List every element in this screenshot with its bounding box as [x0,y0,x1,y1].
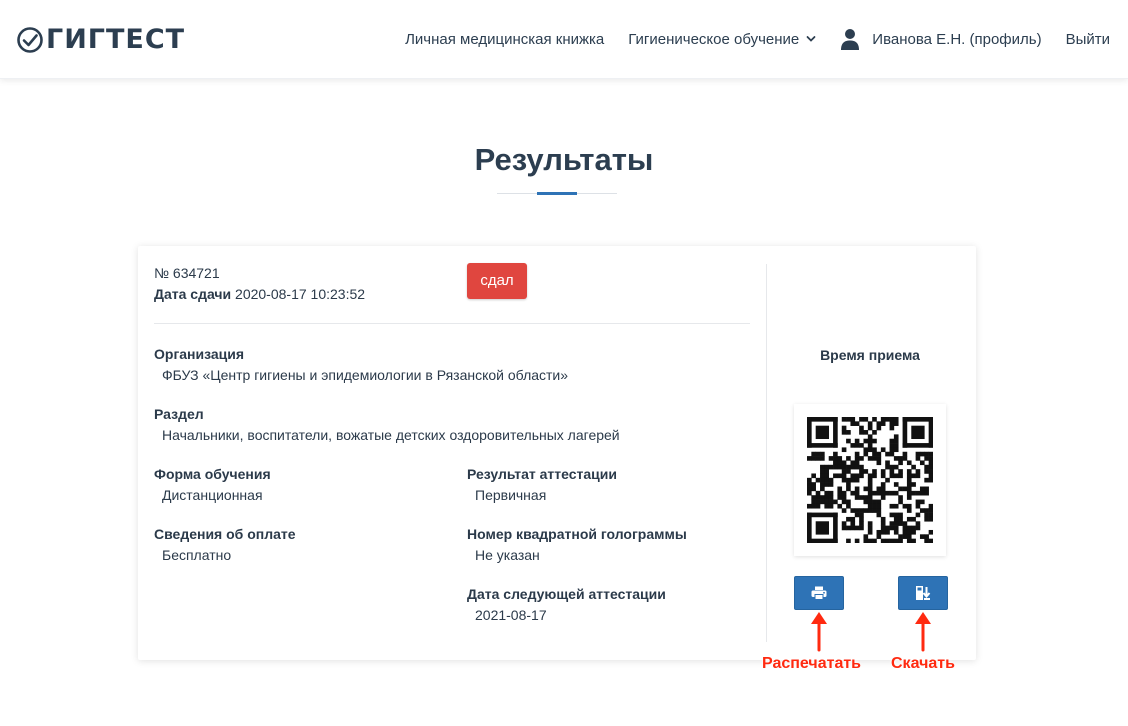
download-icon [916,586,931,600]
divider [154,323,750,324]
section-label: Раздел [154,406,204,422]
nav-link-logout-label: Выйти [1065,30,1110,48]
divider [766,264,767,642]
main-nav: Личная медицинская книжка Гигиеническое … [381,0,1110,78]
exam-date-row: Дата сдачи 2020-08-17 10:23:52 [154,285,365,303]
print-button[interactable] [794,576,844,610]
download-button[interactable] [898,576,948,610]
arrow-up-icon [811,612,827,652]
annotation-download: Скачать [891,655,955,672]
nav-link-profile[interactable]: Иванова Е.Н. (профиль) [840,28,1042,50]
training-form-value: Дистанционная [162,487,263,503]
user-icon [841,29,860,50]
payment-value: Бесплатно [162,547,232,563]
payment-label: Сведения об оплате [154,526,296,542]
attestation-result-value: Первичная [475,487,547,503]
reception-time-label: Время приема [820,347,920,363]
organization-label: Организация [154,346,245,362]
result-card: № 634721 Дата сдачи 2020-08-17 10:23:52 … [138,246,976,660]
title-underline-accent [537,192,577,195]
attestation-result-label: Результат аттестации [467,466,617,482]
nav-link-logout[interactable]: Выйти [1066,31,1110,48]
exam-date-value: 2020-08-17 10:23:52 [235,286,366,302]
nav-dropdown-training[interactable]: Гигиеническое обучение [628,31,816,48]
page-title: Результаты [474,142,654,177]
section-value: Начальники, воспитатели, вожатые детских… [162,427,620,443]
qr-code-image [807,417,933,543]
site-logo[interactable]: ГИГТЕСТ [16,24,185,56]
top-navbar: ГИГТЕСТ Личная медицинская книжка Гигиен… [0,0,1128,79]
hologram-number-label: Номер квадратной голограммы [467,526,687,542]
nav-link-medbook[interactable]: Личная медицинская книжка [405,31,604,48]
printer-icon [811,586,827,600]
status-badge: сдал [467,263,527,299]
nav-dropdown-training-label: Гигиеническое обучение [628,30,800,48]
qr-code [794,404,946,556]
logo-text: ГИГТЕСТ [46,24,186,55]
training-form-label: Форма обучения [154,466,271,482]
nav-link-profile-label: Иванова Е.Н. (профиль) [872,30,1042,48]
exam-date-label: Дата сдачи [154,286,232,302]
arrow-up-icon [915,612,931,652]
nav-link-medbook-label: Личная медицинская книжка [405,30,605,48]
annotation-print: Распечатать [762,655,862,672]
next-attestation-value: 2021-08-17 [475,607,547,623]
organization-value: ФБУЗ «Центр гигиены и эпидемиологии в Ря… [162,367,569,383]
next-attestation-label: Дата следующей аттестации [467,586,666,602]
result-number: № 634721 [154,265,220,281]
check-circle-icon [17,27,43,53]
chevron-down-icon [806,36,816,42]
hologram-number-value: Не указан [475,547,540,563]
